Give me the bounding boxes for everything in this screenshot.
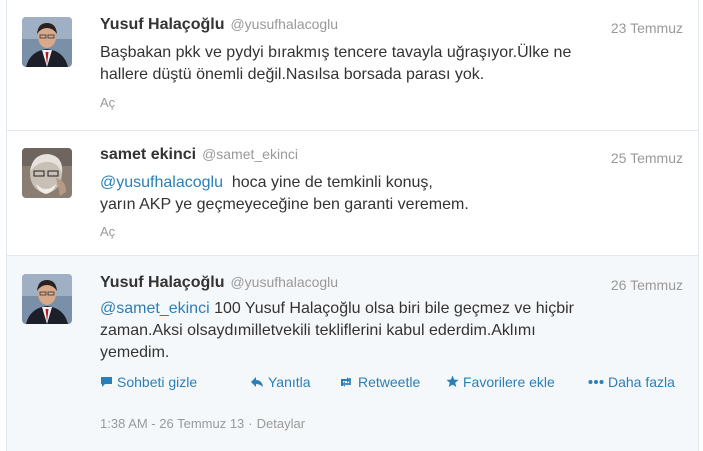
more-label: Daha fazla — [608, 374, 675, 390]
tweet-date[interactable]: 23 Temmuz — [611, 20, 683, 36]
tweet-text-span: hoca yine de temkinli konuş, — [222, 174, 433, 191]
display-name[interactable]: Yusuf Halaçoğlu — [100, 274, 224, 291]
username[interactable]: @yusufhalacoglu — [230, 274, 338, 290]
mention-link[interactable]: @samet_ekinci — [100, 300, 210, 317]
hide-conversation-button[interactable]: Sohbeti gizle — [100, 374, 197, 390]
tweet-text-span: 100 Yusuf Halaçoğlu olsa biri bile geçme… — [209, 300, 574, 317]
expand-link[interactable]: Aç — [100, 224, 115, 239]
tweet[interactable]: Yusuf Halaçoğlu @yusufhalacoglu 23 Temmuz… — [7, 0, 698, 131]
tweet[interactable]: samet ekinci @samet_ekinci 25 Temmuz @yus… — [7, 131, 698, 256]
ellipsis-icon — [588, 374, 604, 390]
mention-link[interactable]: @yusufhalacoglu — [100, 174, 223, 191]
favorite-label: Favorilere ekle — [463, 374, 555, 390]
avatar[interactable] — [22, 148, 72, 198]
speech-bubble-icon — [100, 374, 113, 390]
display-name[interactable]: samet ekinci — [100, 146, 196, 163]
avatar[interactable] — [22, 274, 72, 324]
favorite-button[interactable]: Favorilere ekle — [446, 374, 555, 390]
tweet-text-line: yemedim. — [100, 344, 170, 361]
tweet-text: @samet_ekinci 100 Yusuf Halaçoğlu olsa b… — [100, 298, 685, 364]
author-line: Yusuf Halaçoğlu @yusufhalacoglu — [100, 274, 338, 292]
tweet-text-line: zaman.Aksi olsaydımilletvekili teklifler… — [100, 322, 536, 339]
username[interactable]: @yusufhalacoglu — [230, 16, 338, 32]
timeline: Yusuf Halaçoğlu @yusufhalacoglu 23 Temmuz… — [6, 0, 699, 451]
expand-link[interactable]: Aç — [100, 95, 115, 110]
tweet-text-line: Başbakan pkk ve pydyi bırakmış tencere t… — [100, 44, 572, 61]
reply-arrow-icon — [250, 374, 264, 390]
author-line: samet ekinci @samet_ekinci — [100, 146, 298, 164]
tweet-actions: Sohbeti gizle Yanıtla Retweetle Favorile… — [100, 374, 690, 392]
reply-button[interactable]: Yanıtla — [250, 374, 311, 390]
tweet-text-line: yarın AKP ye geçmeyeceğine ben garanti v… — [100, 196, 469, 213]
more-button[interactable]: Daha fazla — [588, 374, 675, 390]
username[interactable]: @samet_ekinci — [202, 146, 298, 162]
author-line: Yusuf Halaçoğlu @yusufhalacoglu — [100, 16, 338, 34]
tweet-text: Başbakan pkk ve pydyi bırakmış tencere t… — [100, 42, 685, 86]
separator: · — [248, 416, 253, 431]
tweet-text-line: hallere düştü önemli değil.Nasılsa borsa… — [100, 66, 485, 83]
details-link[interactable]: Detaylar — [257, 416, 305, 431]
retweet-icon — [338, 374, 354, 390]
tweet-text-line: @yusufhalacoglu hoca yine de temkinli ko… — [100, 172, 685, 194]
tweet-date[interactable]: 25 Temmuz — [611, 150, 683, 166]
tweet-expanded[interactable]: Yusuf Halaçoğlu @yusufhalacoglu 26 Temmuz… — [7, 256, 698, 451]
tweet-meta: 1:38 AM - 26 Temmuz 13 · Detaylar — [100, 416, 305, 431]
star-icon — [446, 374, 459, 390]
tweet-text-line: @samet_ekinci 100 Yusuf Halaçoğlu olsa b… — [100, 298, 685, 320]
tweet-date[interactable]: 26 Temmuz — [611, 277, 683, 293]
retweet-label: Retweetle — [358, 374, 421, 390]
tweet-text: @yusufhalacoglu hoca yine de temkinli ko… — [100, 172, 685, 216]
hide-conversation-label: Sohbeti gizle — [117, 374, 198, 390]
reply-label: Yanıtla — [268, 374, 311, 390]
retweet-button[interactable]: Retweetle — [338, 374, 420, 390]
timestamp[interactable]: 1:38 AM - 26 Temmuz 13 — [100, 416, 244, 431]
display-name[interactable]: Yusuf Halaçoğlu — [100, 16, 224, 33]
avatar[interactable] — [22, 17, 72, 67]
